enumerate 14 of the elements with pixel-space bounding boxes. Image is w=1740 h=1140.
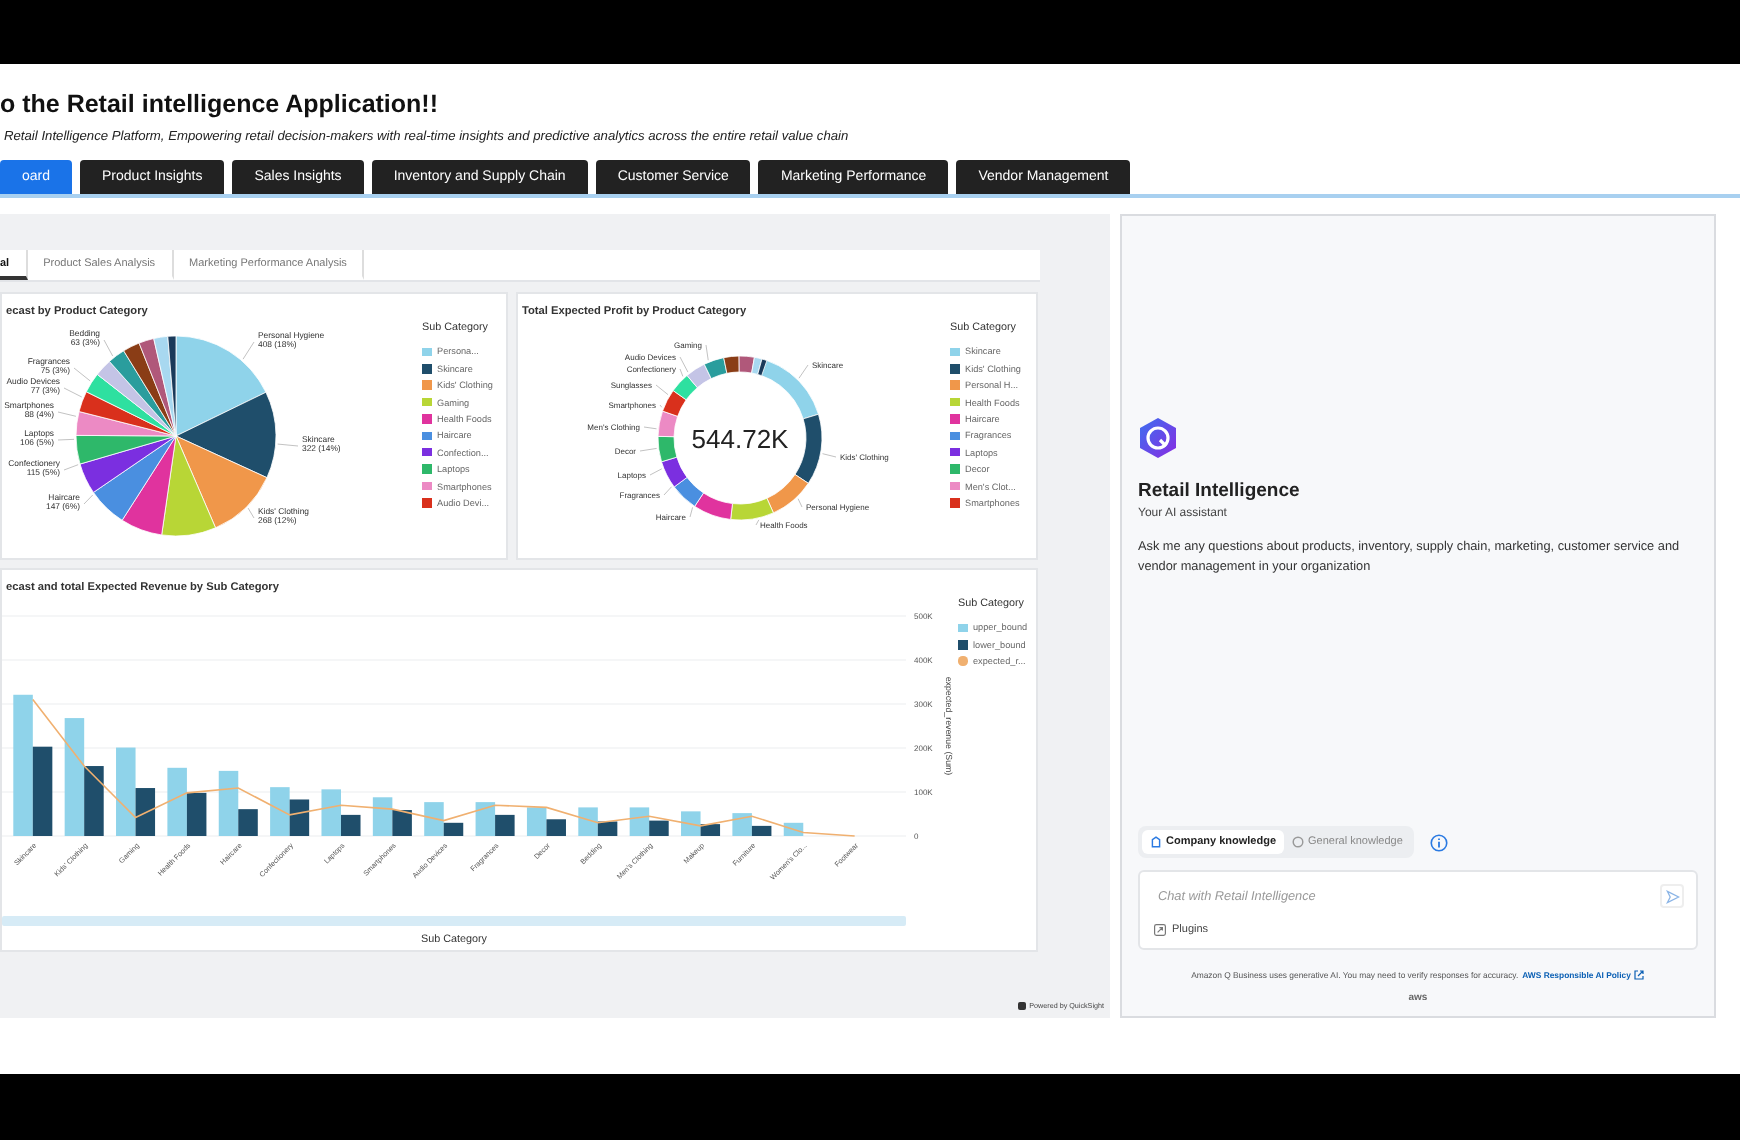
info-icon[interactable] (1430, 833, 1449, 851)
total-value: 544.72K (691, 424, 789, 454)
page-title: o the Retail intelligence Application!! (0, 90, 441, 118)
globe-icon (1292, 836, 1305, 848)
building-icon (1150, 836, 1162, 848)
bar (270, 787, 290, 836)
send-button[interactable] (1660, 884, 1684, 908)
logo-icon (1017, 1002, 1026, 1010)
horizontal-scrollbar[interactable] (2, 916, 906, 926)
plugin-icon (1154, 924, 1166, 936)
hexagon-logo-icon (1138, 416, 1178, 460)
external-link-icon (1634, 970, 1645, 980)
send-icon (1665, 889, 1679, 903)
assistant-name: Retail Intelligence (1138, 480, 1302, 502)
